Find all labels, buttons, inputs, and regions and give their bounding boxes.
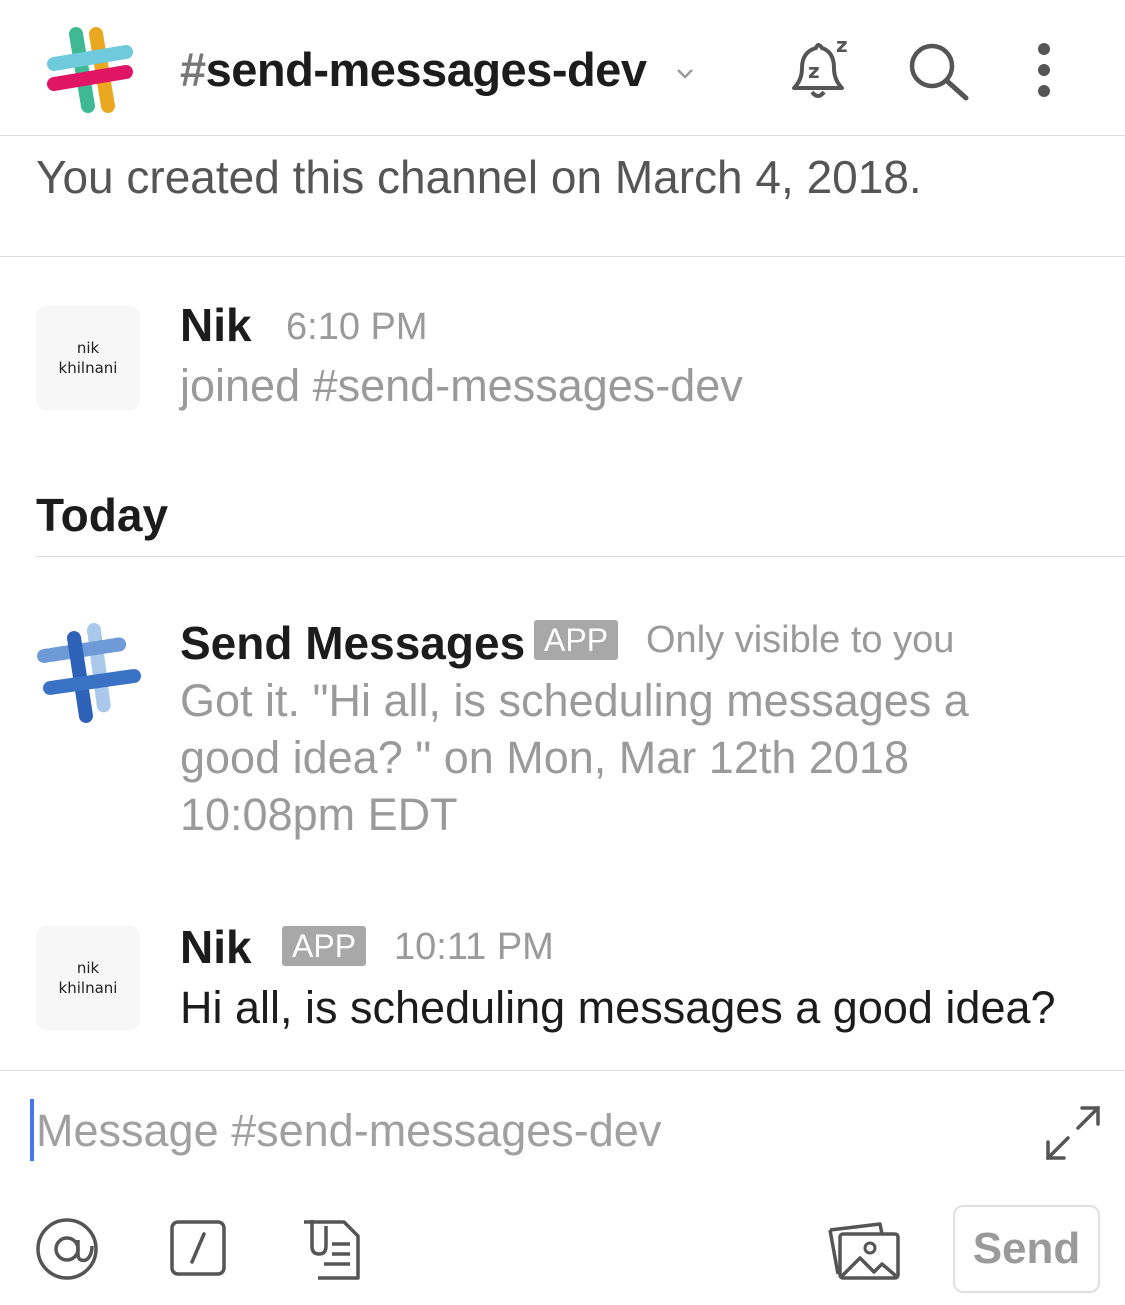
- message-input[interactable]: [36, 1098, 996, 1164]
- avatar[interactable]: nik khilnani: [36, 306, 140, 410]
- avatar-text-line1: nik: [76, 339, 100, 357]
- date-divider-label: Today: [36, 489, 169, 541]
- slack-channel-screen: #send-messages-dev z z You created this …: [0, 0, 1125, 1305]
- message-text: Hi all, is scheduling messages a good id…: [180, 982, 1056, 1033]
- message-timestamp: 10:11 PM: [394, 926, 554, 968]
- avatar-text-line2: khilnani: [58, 359, 118, 377]
- channel-title[interactable]: #send-messages-dev: [180, 42, 647, 97]
- send-button[interactable]: Send: [953, 1205, 1100, 1293]
- slack-logo[interactable]: [46, 26, 134, 114]
- avatar-text-line1: nik: [76, 959, 100, 977]
- composer-divider: [0, 1070, 1125, 1071]
- visibility-note: Only visible to you: [646, 619, 955, 661]
- message-timestamp: 6:10 PM: [286, 306, 428, 348]
- at-mention-icon[interactable]: [34, 1216, 100, 1282]
- app-badge: APP: [282, 926, 367, 966]
- slash-command-icon[interactable]: [170, 1220, 226, 1276]
- app-badge: APP: [534, 620, 619, 660]
- join-message-text: joined #send-messages-dev: [180, 360, 743, 411]
- divider: [0, 256, 1125, 257]
- chevron-down-icon[interactable]: [674, 66, 696, 82]
- expand-icon[interactable]: [1044, 1104, 1102, 1162]
- message-sender[interactable]: Nik: [180, 920, 252, 974]
- message-sender[interactable]: Nik: [180, 298, 252, 352]
- send-messages-app-avatar[interactable]: [36, 622, 142, 728]
- image-icon[interactable]: [826, 1218, 900, 1280]
- channel-header: #send-messages-dev z z: [0, 0, 1125, 136]
- snooze-bell-icon[interactable]: z z: [784, 34, 856, 104]
- svg-text:z: z: [836, 34, 848, 57]
- channel-created-notice: You created this channel on March 4, 201…: [36, 151, 922, 203]
- channel-name: send-messages-dev: [205, 43, 647, 96]
- text-caret: [30, 1099, 34, 1161]
- ephemeral-message-text: Got it. "Hi all, is scheduling messages …: [180, 675, 969, 840]
- svg-text:z: z: [808, 59, 820, 83]
- more-vertical-icon[interactable]: [1026, 40, 1062, 102]
- avatar-text-line2: khilnani: [58, 979, 118, 997]
- search-icon[interactable]: [906, 40, 972, 102]
- avatar[interactable]: nik khilnani: [36, 926, 140, 1030]
- file-icon[interactable]: [302, 1218, 360, 1280]
- channel-hash: #: [180, 43, 206, 96]
- message-sender[interactable]: Send Messages: [180, 616, 525, 670]
- date-divider-line: [36, 556, 1125, 557]
